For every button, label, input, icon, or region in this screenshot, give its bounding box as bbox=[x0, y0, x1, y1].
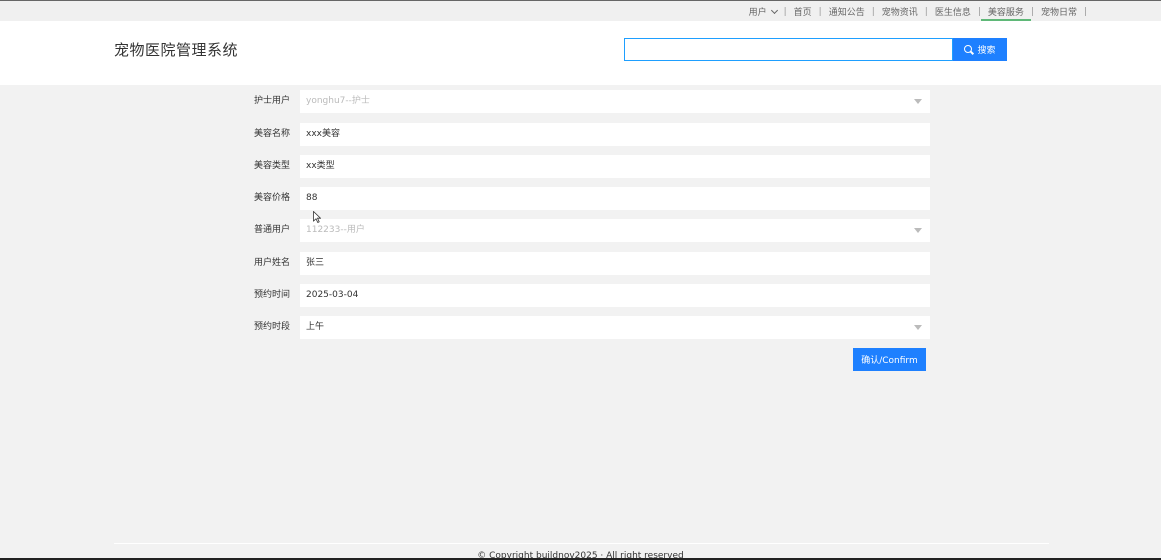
nurse-select-value: yonghu7--护士 bbox=[306, 96, 370, 106]
grooming-price-input[interactable] bbox=[300, 187, 930, 210]
user-select-value: 112233--用户 bbox=[306, 225, 365, 235]
nav-item-label: 宠物日常 bbox=[1040, 8, 1077, 18]
nav-item-pet-daily[interactable]: 宠物日常 bbox=[1034, 1, 1084, 22]
field-label: 普通用户 bbox=[253, 225, 290, 235]
nav-item-label: 首页 bbox=[793, 8, 812, 18]
field-label: 用户姓名 bbox=[253, 258, 290, 268]
footer-divider bbox=[114, 543, 1049, 544]
nav-separator: | bbox=[1083, 6, 1087, 17]
form-row-nurse: 护士用户 yonghu7--护士 bbox=[0, 90, 1161, 113]
field-label: 预约时段 bbox=[253, 322, 290, 332]
form-row-user-name: 用户姓名 bbox=[0, 252, 1161, 275]
booking-slot-select[interactable]: 上午 bbox=[300, 316, 930, 339]
search-icon bbox=[964, 44, 974, 55]
booking-slot-value: 上午 bbox=[306, 322, 325, 332]
header: 宠物医院管理系统 搜索 bbox=[0, 21, 1161, 85]
nav-item-pet-news[interactable]: 宠物资讯 bbox=[875, 1, 925, 22]
form-row-booking-date: 预约时间 bbox=[0, 284, 1161, 307]
nav-item-label: 医生信息 bbox=[934, 8, 971, 18]
field-label: 美容名称 bbox=[253, 129, 290, 139]
nav-item-doctors[interactable]: 医生信息 bbox=[928, 1, 978, 22]
dropdown-arrow-icon bbox=[914, 99, 922, 104]
user-menu[interactable]: 用户 bbox=[742, 1, 784, 22]
form-row-user: 普通用户 112233--用户 bbox=[0, 219, 1161, 242]
top-nav-bar: 用户 | 首页 | 通知公告 | 宠物资讯 | 医生信息 | 美容服务 | 宠物… bbox=[0, 0, 1161, 22]
nav-item-notices[interactable]: 通知公告 bbox=[822, 1, 872, 22]
field-label: 美容类型 bbox=[253, 161, 290, 171]
field-label: 预约时间 bbox=[253, 290, 290, 300]
confirm-button[interactable]: 确认/Confirm bbox=[853, 348, 926, 371]
grooming-name-input[interactable] bbox=[300, 123, 930, 146]
search-button-label: 搜索 bbox=[977, 45, 996, 55]
nav-item-grooming[interactable]: 美容服务 bbox=[980, 1, 1031, 22]
nav-item-label: 美容服务 bbox=[987, 8, 1024, 18]
search-button[interactable]: 搜索 bbox=[953, 38, 1007, 61]
search-input[interactable] bbox=[624, 38, 953, 61]
nav-item-label: 宠物资讯 bbox=[881, 8, 918, 18]
top-nav: 用户 | 首页 | 通知公告 | 宠物资讯 | 医生信息 | 美容服务 | 宠物… bbox=[742, 1, 1087, 22]
nav-item-label: 通知公告 bbox=[828, 8, 865, 18]
site-title: 宠物医院管理系统 bbox=[114, 41, 239, 59]
field-label: 护士用户 bbox=[253, 96, 290, 106]
user-select[interactable]: 112233--用户 bbox=[300, 219, 930, 242]
nav-item-home[interactable]: 首页 bbox=[787, 1, 819, 22]
nurse-select[interactable]: yonghu7--护士 bbox=[300, 90, 930, 113]
chevron-down-icon bbox=[770, 6, 778, 14]
user-name-input[interactable] bbox=[300, 252, 930, 275]
dropdown-arrow-icon bbox=[914, 325, 922, 330]
form-row-grooming-price: 美容价格 bbox=[0, 187, 1161, 210]
form-row-booking-slot: 预约时段 上午 bbox=[0, 316, 1161, 339]
grooming-type-input[interactable] bbox=[300, 155, 930, 178]
dropdown-arrow-icon bbox=[914, 228, 922, 233]
form-row-grooming-name: 美容名称 bbox=[0, 123, 1161, 146]
field-label: 美容价格 bbox=[253, 193, 290, 203]
mouse-cursor-icon bbox=[313, 211, 321, 223]
form-row-grooming-type: 美容类型 bbox=[0, 155, 1161, 178]
booking-date-input[interactable] bbox=[300, 284, 930, 307]
user-menu-label: 用户 bbox=[748, 8, 767, 18]
